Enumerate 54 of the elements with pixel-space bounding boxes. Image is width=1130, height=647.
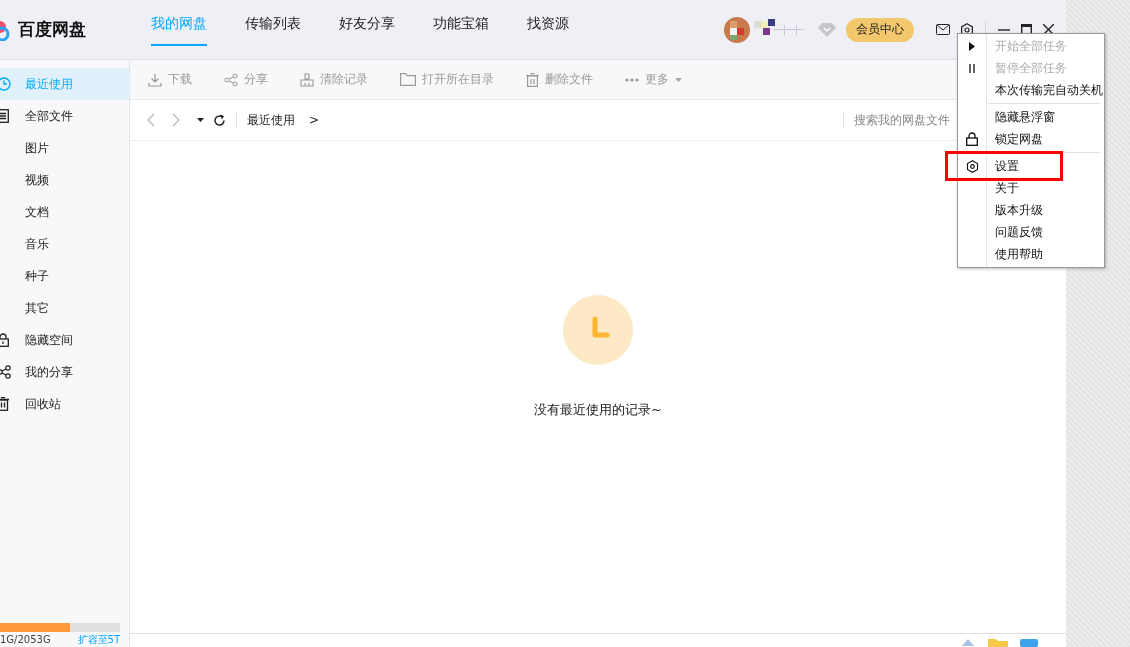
storage-usage: 1G/2053G — [0, 633, 51, 646]
sidebar-item[interactable]: 图片 — [0, 132, 129, 164]
trash-icon — [526, 72, 539, 87]
search-field[interactable]: 搜索我的网盘文件 — [854, 113, 954, 127]
sidebar-item[interactable]: 我的分享 — [0, 356, 129, 388]
tab[interactable]: 功能宝箱 — [433, 0, 489, 60]
tab[interactable]: 好友分享 — [339, 0, 395, 60]
lock-icon — [966, 132, 978, 146]
document-icon — [0, 109, 9, 123]
sidebar-item[interactable]: 视频 — [0, 164, 129, 196]
menu-item[interactable]: 使用帮助 — [958, 243, 1104, 265]
avatar — [722, 14, 752, 45]
app-title: 百度网盘 — [18, 18, 86, 41]
close-icon[interactable] — [1043, 24, 1054, 35]
sidebar-item[interactable]: 其它 — [0, 292, 129, 324]
sidebar-item[interactable]: 回收站 — [0, 388, 129, 420]
menu-item[interactable]: 锁定网盘 — [958, 128, 1104, 150]
clock-icon — [563, 295, 633, 365]
trash-icon — [0, 397, 9, 411]
download-icon — [148, 72, 162, 87]
tab[interactable]: 找资源 — [527, 0, 569, 60]
lock-icon — [0, 333, 9, 347]
menu-item[interactable]: 本次传输完自动关机 — [958, 79, 1104, 101]
sidebar-item[interactable]: 音乐 — [0, 228, 129, 260]
share-icon — [0, 365, 11, 379]
sidebar-item[interactable]: 文档 — [0, 196, 129, 228]
refresh-icon[interactable] — [213, 113, 226, 127]
pause-icon — [969, 63, 975, 73]
mail-icon[interactable] — [936, 24, 950, 35]
settings-icon — [965, 159, 979, 173]
sidebar-item[interactable]: 全部文件 — [0, 100, 129, 132]
broom-icon — [300, 72, 314, 87]
menu-item[interactable]: 版本升级 — [958, 199, 1104, 221]
menu-item[interactable]: 关于 — [958, 177, 1104, 199]
maximize-icon[interactable] — [1021, 24, 1032, 35]
menu-item[interactable]: 隐藏悬浮窗 — [958, 106, 1104, 128]
caret-icon — [675, 77, 682, 82]
menu-item[interactable]: 设置 — [958, 155, 1104, 177]
sidebar-item[interactable]: 种子 — [0, 260, 129, 292]
sidebar-item[interactable]: 隐藏空间 — [0, 324, 129, 356]
app-icon[interactable] — [1020, 637, 1038, 647]
menu-item[interactable]: 问题反馈 — [958, 221, 1104, 243]
empty-message: 没有最近使用的记录~ — [534, 401, 662, 419]
play-icon — [969, 41, 975, 51]
folder-icon — [400, 73, 416, 86]
tab[interactable]: 传输列表 — [245, 0, 301, 60]
breadcrumb-separator: > — [309, 113, 320, 127]
breadcrumb-item[interactable]: 最近使用 — [247, 111, 295, 129]
vip-center-button[interactable]: 会员中心 — [846, 17, 914, 42]
share-icon — [224, 72, 238, 87]
clock-icon — [0, 77, 11, 91]
more-icon — [625, 77, 639, 82]
cloud-logo-icon — [0, 18, 12, 41]
dropdown-caret-icon[interactable] — [197, 118, 204, 122]
